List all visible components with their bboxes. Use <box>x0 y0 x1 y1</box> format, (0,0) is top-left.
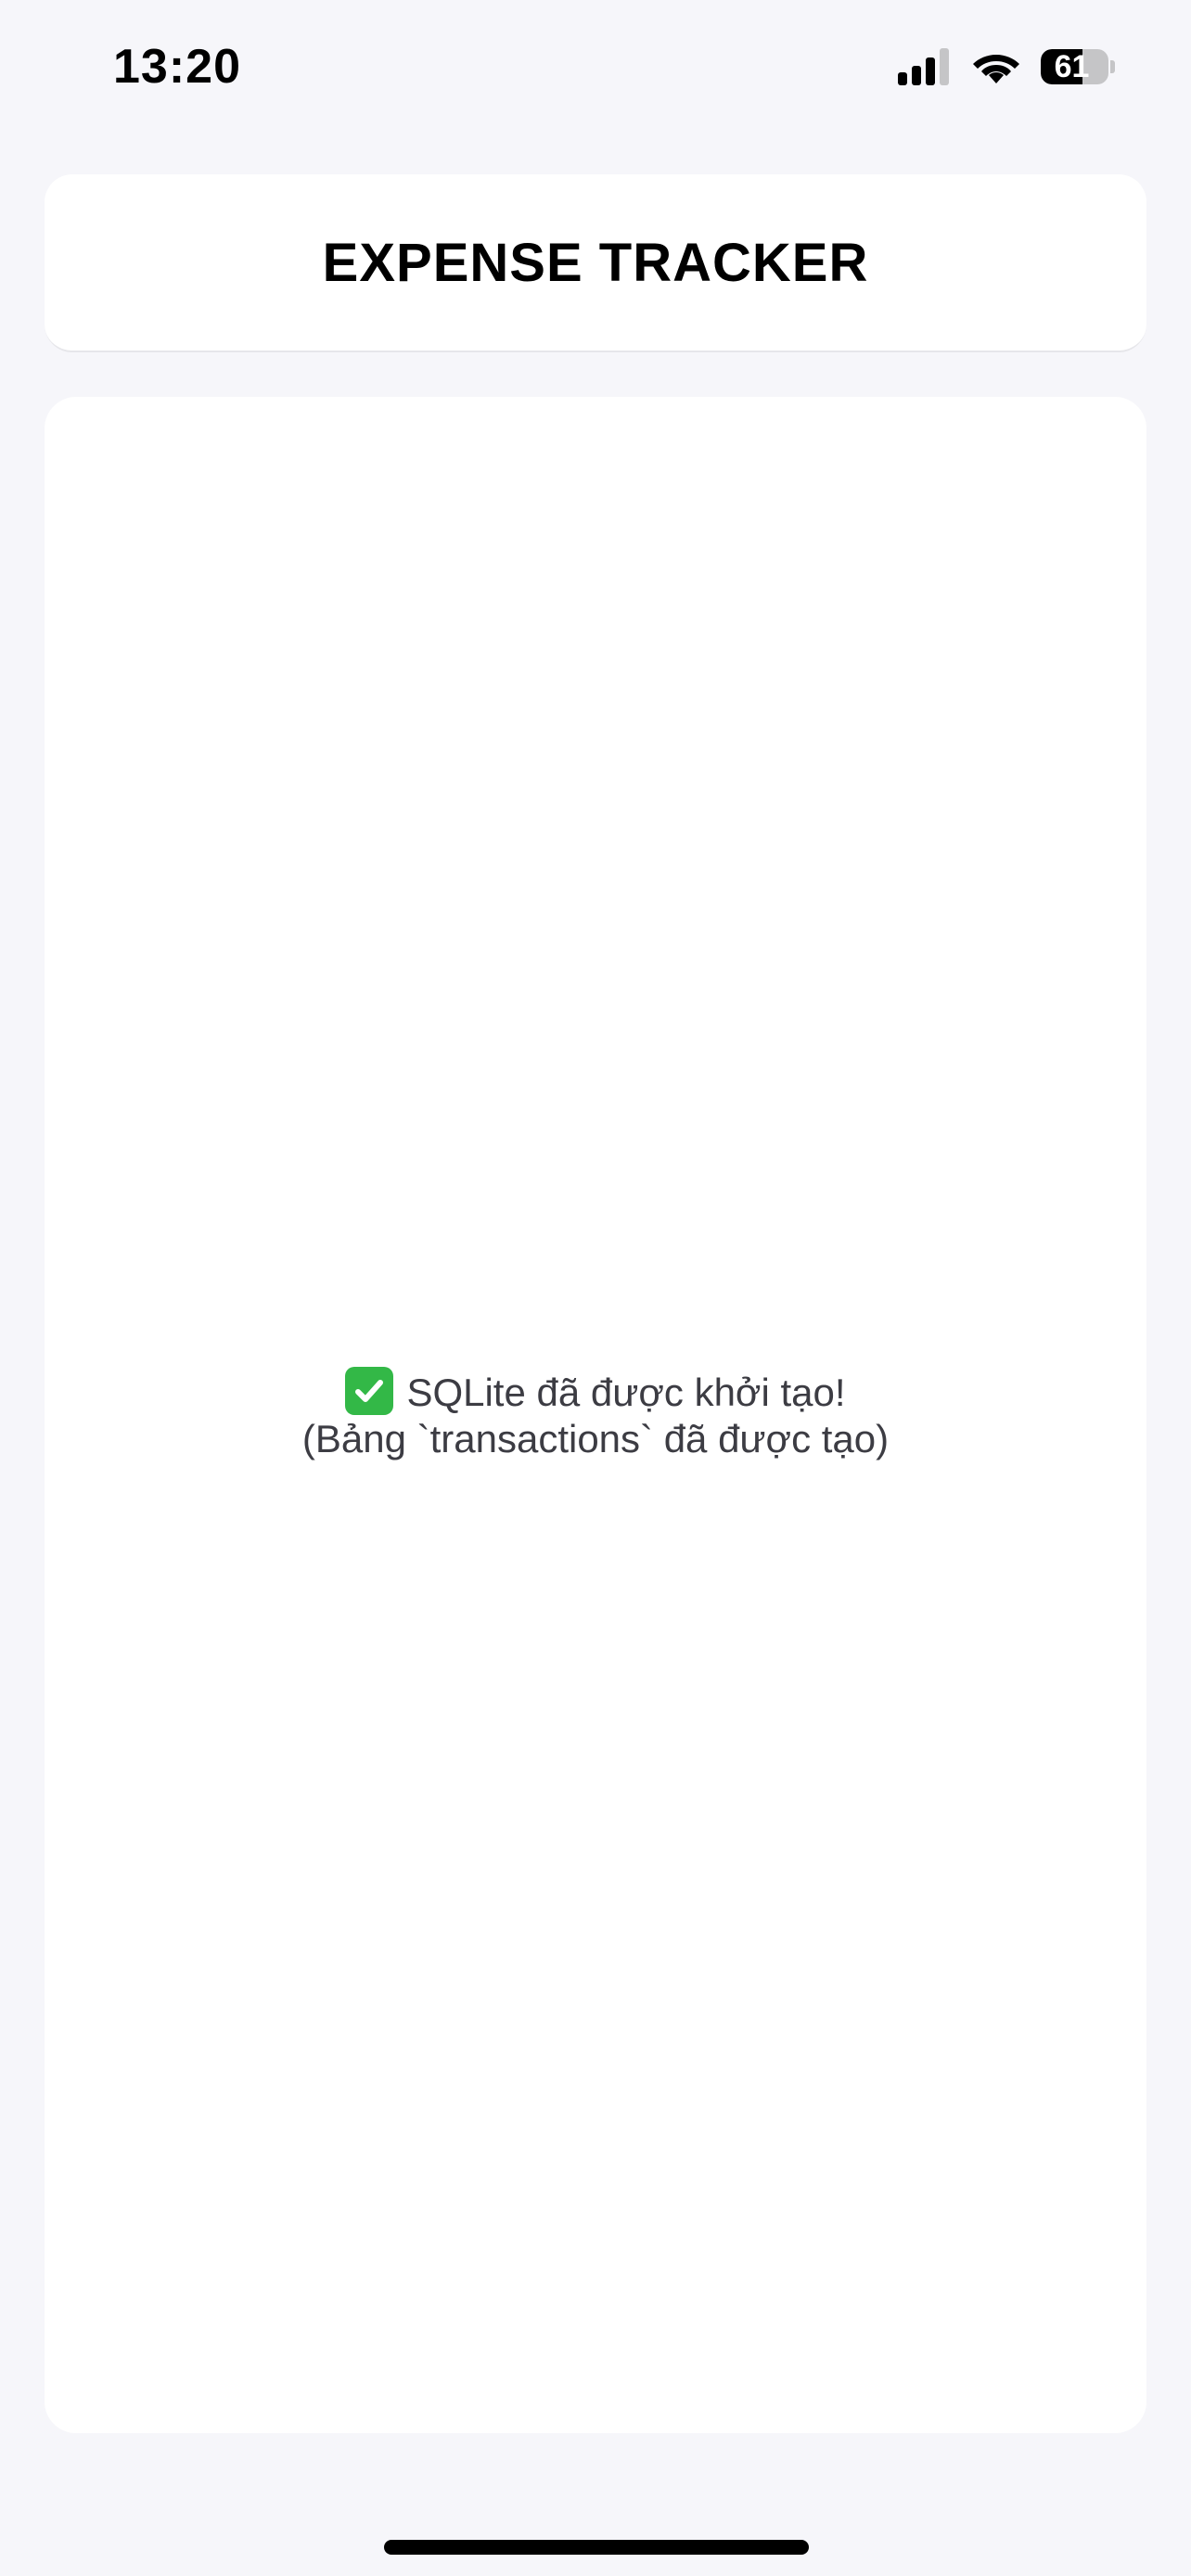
status-message: SQLite đã được khởi tạo! (Bảng `transact… <box>45 1367 1146 1462</box>
check-mark-icon <box>345 1367 394 1415</box>
page-title: EXPENSE TRACKER <box>322 232 869 293</box>
status-message-line1: SQLite đã được khởi tạo! <box>406 1371 846 1414</box>
battery-percent: 61 <box>1054 49 1090 84</box>
home-indicator[interactable] <box>384 2540 809 2555</box>
signal-icon <box>898 48 949 85</box>
content-card: SQLite đã được khởi tạo! (Bảng `transact… <box>45 397 1146 2433</box>
app-screen: 13:20 61 EXPENSE TRACKER SQLite đã được … <box>0 0 1191 2576</box>
wifi-icon <box>973 55 1019 83</box>
status-icons: 61 <box>898 45 1115 89</box>
battery-icon: 61 <box>1041 48 1115 85</box>
status-message-line2: (Bảng `transactions` đã được tạo) <box>301 1417 890 1460</box>
status-time: 13:20 <box>113 40 241 94</box>
status-line-1: SQLite đã được khởi tạo! <box>45 1367 1146 1416</box>
header-card: EXPENSE TRACKER <box>45 174 1146 352</box>
